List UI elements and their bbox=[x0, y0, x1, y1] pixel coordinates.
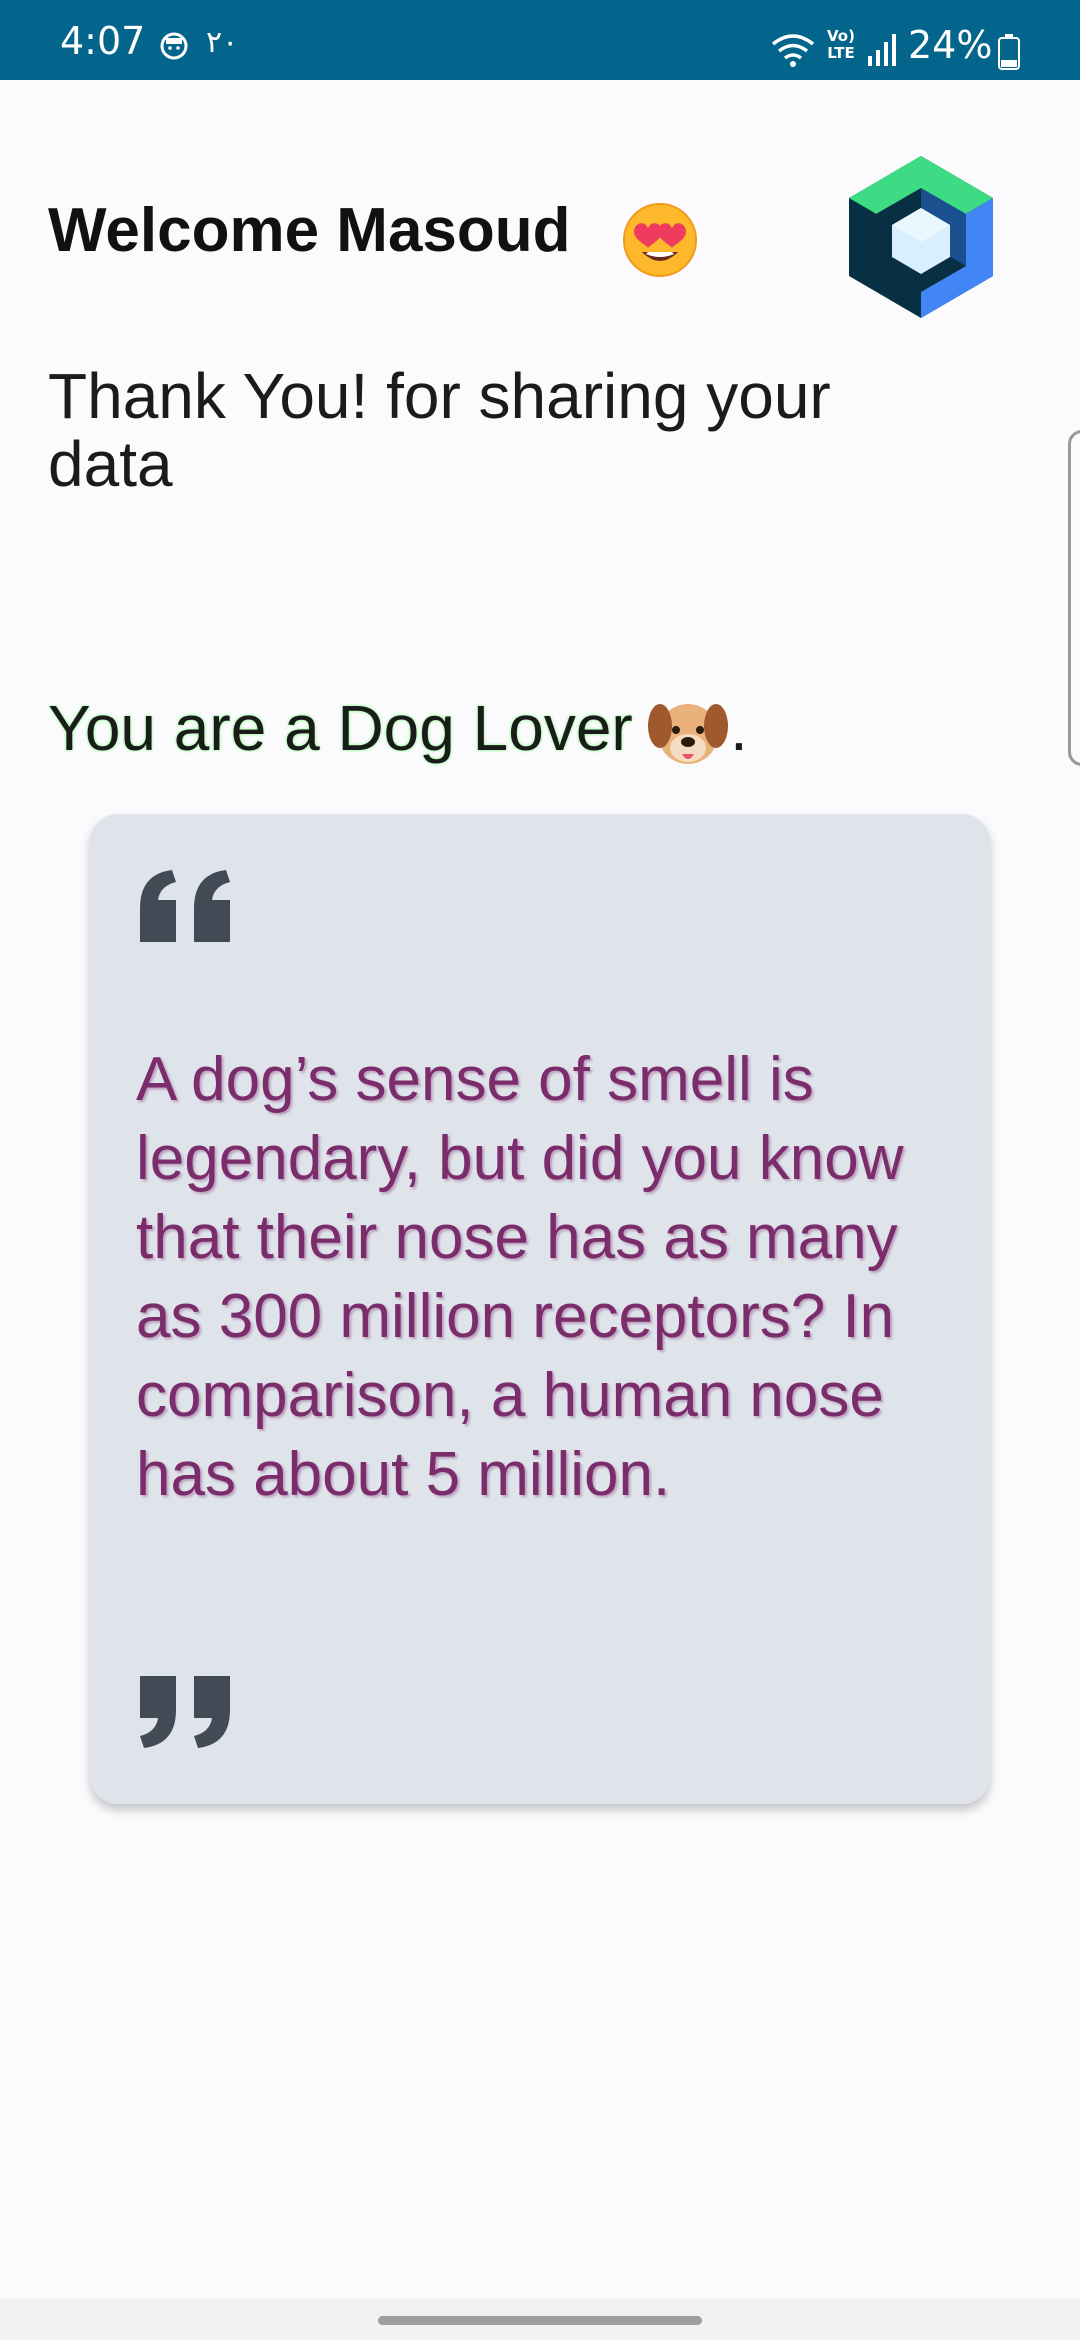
dog-lover-label: You are a Dog Lover bbox=[48, 692, 633, 764]
gesture-nav-bar bbox=[0, 2298, 1080, 2340]
status-bar: 4:07 ٢٠ Vo) LTE 24% bbox=[0, 0, 1080, 80]
status-time: 4:07 bbox=[60, 19, 146, 63]
quote-close-icon bbox=[140, 1676, 230, 1748]
signal-icon bbox=[868, 34, 896, 66]
home-indicator[interactable] bbox=[378, 2316, 702, 2325]
edge-panel-handle[interactable] bbox=[1068, 430, 1080, 766]
quote-open-icon bbox=[140, 870, 230, 942]
face-icon bbox=[160, 32, 188, 60]
dog-face-emoji-icon bbox=[648, 704, 728, 764]
welcome-title: Welcome Masoud bbox=[48, 196, 571, 265]
battery-percent: 24% bbox=[908, 23, 993, 67]
heart-eyes-emoji-icon bbox=[623, 203, 697, 277]
thanks-message: Thank You! for sharing your data bbox=[48, 360, 831, 500]
status-extra: ٢٠ bbox=[206, 25, 239, 60]
fact-text: A dog’s sense of smell is legendary, but… bbox=[136, 1045, 904, 1509]
battery-icon bbox=[998, 34, 1020, 70]
wifi-icon bbox=[771, 34, 815, 67]
jetpack-compose-logo-icon bbox=[849, 156, 993, 318]
volte-indicator: Vo) LTE bbox=[827, 27, 855, 62]
fact-card: A dog’s sense of smell is legendary, but… bbox=[90, 814, 990, 1804]
dog-lover-punctuation: . bbox=[730, 692, 748, 764]
